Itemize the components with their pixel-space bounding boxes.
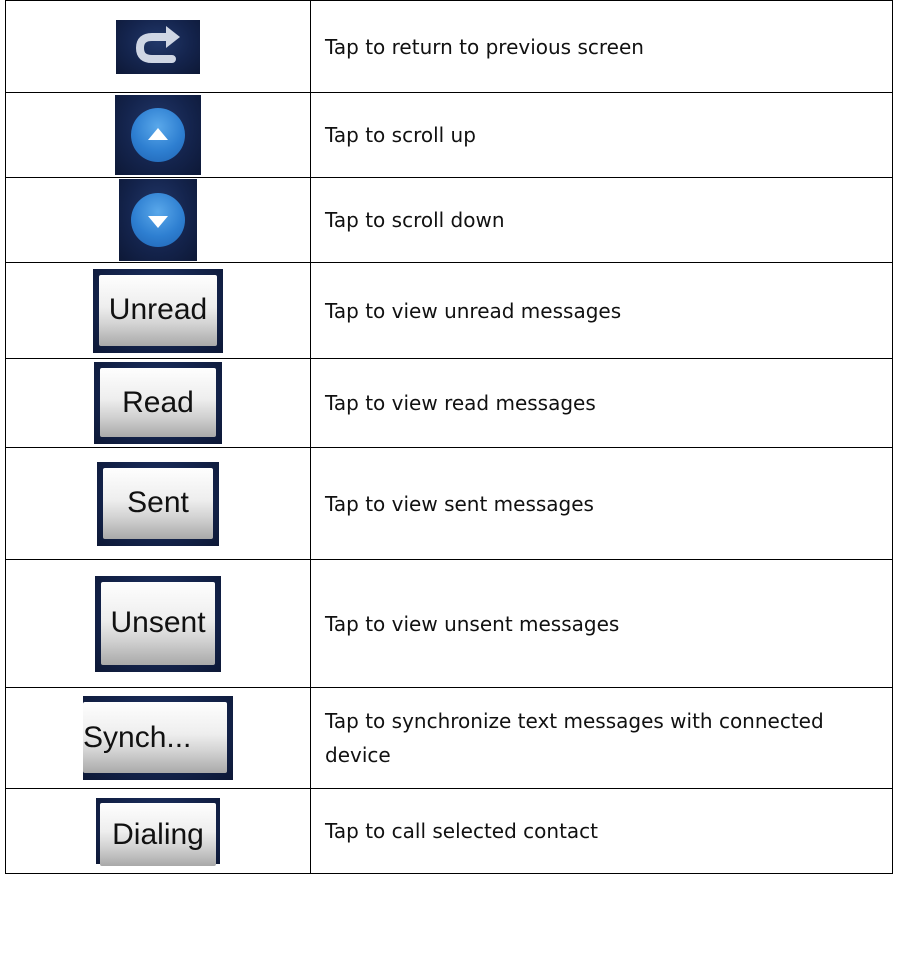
icon-cell: Read	[5, 358, 311, 448]
icon-cell: Unsent	[5, 559, 311, 688]
read-button-image: Read	[94, 362, 222, 444]
table-row: Unsent Tap to view unsent messages	[5, 559, 893, 688]
row-description: Tap to scroll down	[310, 177, 893, 263]
table-row: Tap to scroll up	[5, 92, 893, 178]
icon-cell: Unread	[5, 262, 311, 359]
button-label: Dialing	[100, 803, 216, 866]
unsent-button-image: Unsent	[95, 575, 221, 672]
row-description: Tap to return to previous screen	[310, 0, 893, 93]
icon-cell	[5, 92, 311, 178]
icon-cell	[5, 0, 311, 93]
row-description: Tap to view unread messages	[310, 262, 893, 359]
table-row: Unread Tap to view unread messages	[5, 262, 893, 359]
button-label: Sent	[103, 467, 213, 539]
unread-button-image: Unread	[93, 268, 223, 353]
table-row: Synch... Tap to synchronize text message…	[5, 687, 893, 789]
triangle-down-icon	[148, 215, 168, 228]
icon-cell: Dialing	[5, 788, 311, 874]
icon-cell	[5, 177, 311, 263]
icon-cell: Sent	[5, 447, 311, 560]
circle-button	[131, 193, 185, 247]
table-row: Sent Tap to view sent messages	[5, 447, 893, 560]
row-description: Tap to view sent messages	[310, 447, 893, 560]
button-label: Unsent	[101, 581, 215, 665]
return-arrow-icon	[116, 19, 200, 74]
table-row: Read Tap to view read messages	[5, 358, 893, 448]
row-description: Tap to synchronize text messages with co…	[310, 687, 893, 789]
button-label: Synch...	[83, 702, 227, 773]
table-row: Tap to return to previous screen	[5, 0, 893, 93]
triangle-up-icon	[148, 127, 168, 140]
circle-button	[131, 108, 185, 162]
dialing-button-image: Dialing	[96, 798, 220, 866]
scroll-up-icon	[115, 95, 201, 175]
button-label: Read	[100, 368, 216, 437]
scroll-down-icon	[119, 179, 197, 261]
row-description: Tap to view read messages	[310, 358, 893, 448]
icon-legend-table: Tap to return to previous screen Tap to …	[5, 0, 893, 874]
row-description: Tap to view unsent messages	[310, 559, 893, 688]
button-label: Unread	[99, 274, 217, 346]
row-description: Tap to scroll up	[310, 92, 893, 178]
synch-button-image: Synch...	[83, 696, 233, 780]
row-description: Tap to call selected contact	[310, 788, 893, 874]
sent-button-image: Sent	[97, 461, 219, 546]
table-row: Tap to scroll down	[5, 177, 893, 263]
table-row: Dialing Tap to call selected contact	[5, 788, 893, 874]
icon-cell: Synch...	[5, 687, 311, 789]
